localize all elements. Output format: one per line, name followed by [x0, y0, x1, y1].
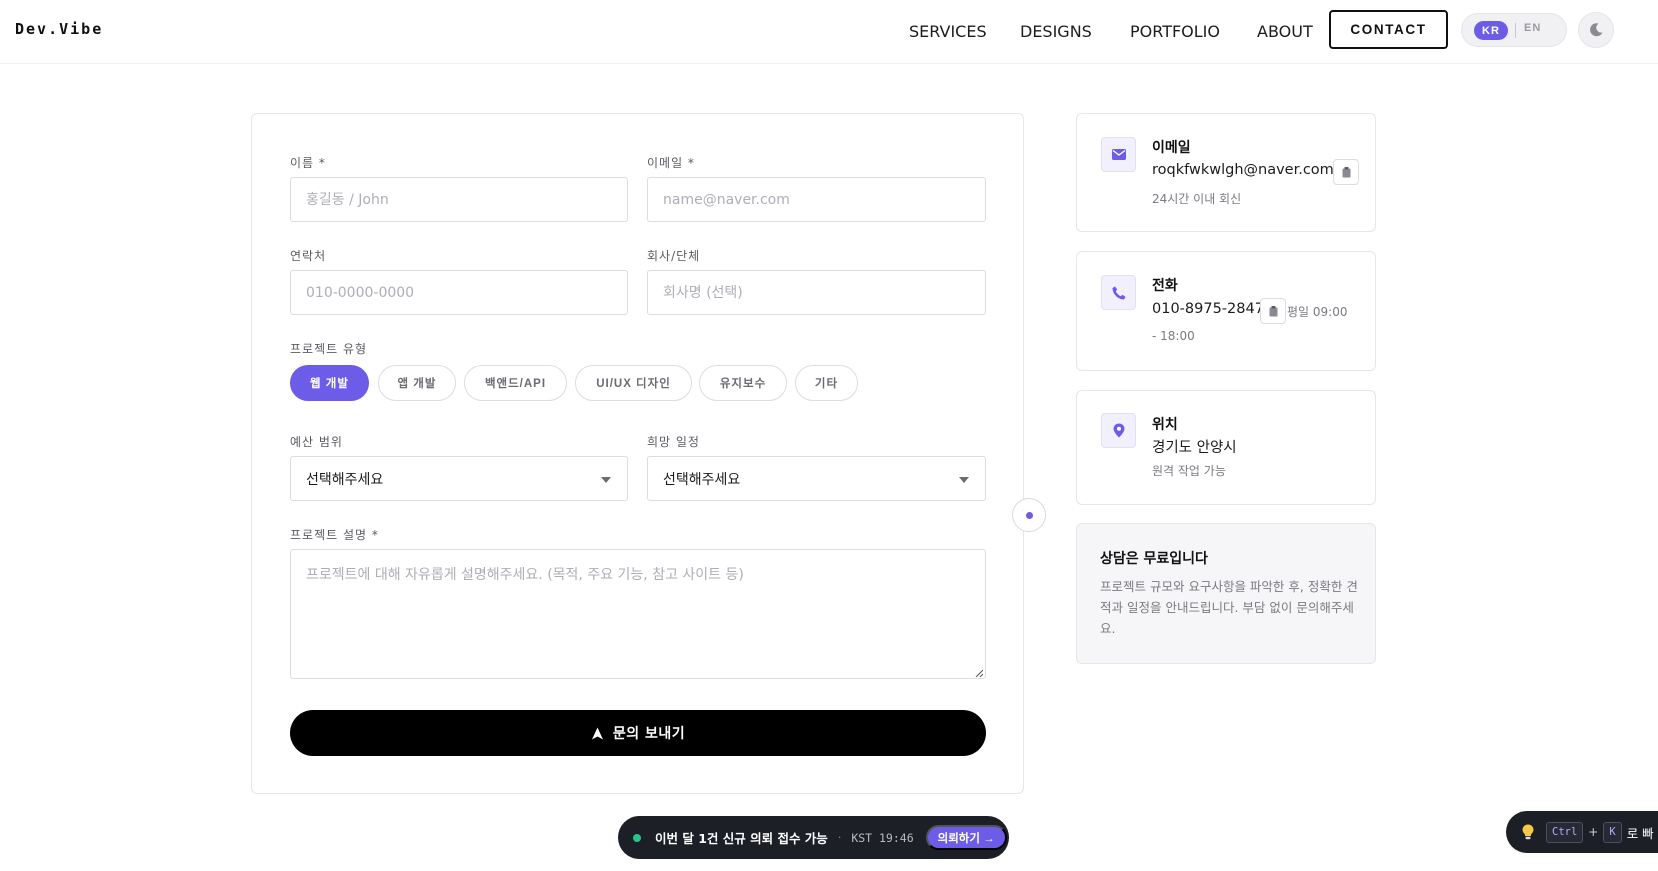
- company-label: 회사/단체: [647, 249, 701, 263]
- submit-button[interactable]: 문의 보내기: [290, 710, 986, 756]
- lang-separator: [1515, 23, 1516, 38]
- phone-label: 연락처: [290, 249, 327, 263]
- description-textarea[interactable]: [290, 549, 986, 679]
- email-sub: 24시간 이내 회신: [1152, 192, 1242, 206]
- indicator-dot: [1025, 511, 1033, 519]
- status-text: 이번 달 1건 신규 의뢰 접수 가능: [655, 831, 828, 846]
- kbd-plus: +: [1588, 825, 1599, 839]
- location-icon-box: [1101, 413, 1136, 448]
- language-toggle[interactable]: KR EN: [1461, 13, 1567, 47]
- schedule-select[interactable]: 선택해주세요: [647, 456, 986, 501]
- type-chip-uiux[interactable]: UI/UX 디자인: [575, 365, 692, 401]
- clipboard-icon: [1342, 166, 1350, 177]
- email-card: 이메일 roqkfwkwlgh@naver.com 24시간 이내 회신: [1076, 113, 1376, 232]
- nav-designs[interactable]: DESIGNS: [1020, 22, 1092, 41]
- submit-label: 문의 보내기: [612, 726, 686, 742]
- location-title: 위치: [1152, 417, 1178, 433]
- status-separator: ·: [837, 831, 842, 844]
- phone-value[interactable]: 010-8975-2847: [1152, 301, 1264, 317]
- company-input[interactable]: [647, 270, 986, 315]
- name-label: 이름 *: [290, 156, 326, 170]
- theme-toggle-button[interactable]: [1578, 12, 1614, 48]
- email-label: 이메일 *: [647, 156, 695, 170]
- scroll-indicator[interactable]: [1012, 498, 1046, 532]
- copy-phone-button[interactable]: [1260, 298, 1286, 324]
- kbd-ctrl: Ctrl: [1546, 821, 1584, 843]
- nav-contact-button[interactable]: CONTACT: [1329, 10, 1448, 49]
- description-label: 프로젝트 설명 *: [290, 528, 379, 542]
- phone-hours-a: 평일 09:00: [1287, 305, 1348, 319]
- free-consultation-card: 상담은 무료입니다 프로젝트 규모와 요구사항을 파악한 후, 정확한 견적과 …: [1076, 523, 1376, 664]
- email-title: 이메일: [1152, 140, 1191, 156]
- site-header: Dev.Vibe SERVICES DESIGNS PORTFOLIO ABOU…: [0, 0, 1658, 64]
- phone-icon: [1112, 286, 1125, 299]
- lightbulb-icon: [1522, 824, 1534, 840]
- nav-portfolio[interactable]: PORTFOLIO: [1130, 22, 1220, 41]
- location-pin-icon: [1113, 423, 1124, 438]
- email-icon-box: [1101, 137, 1136, 172]
- shortcut-hint[interactable]: Ctrl + K 로 빠: [1506, 811, 1658, 853]
- location-card: 위치 경기도 안양시 원격 작업 가능: [1076, 390, 1376, 505]
- type-chip-web[interactable]: 웹 개발: [290, 365, 369, 401]
- schedule-label: 희망 일정: [647, 435, 700, 449]
- type-chip-other[interactable]: 기타: [795, 365, 858, 401]
- note-title: 상담은 무료입니다: [1100, 551, 1208, 567]
- name-input[interactable]: [290, 177, 628, 222]
- nav-about[interactable]: ABOUT: [1257, 22, 1313, 41]
- send-icon: [591, 727, 603, 739]
- note-text: 프로젝트 규모와 요구사항을 파악한 후, 정확한 견적과 일정을 안내드립니다…: [1100, 579, 1358, 636]
- phone-icon-box: [1101, 275, 1136, 310]
- location-value: 경기도 안양시: [1152, 440, 1237, 456]
- nav-services[interactable]: SERVICES: [909, 22, 987, 41]
- request-button[interactable]: 의뢰하기 →: [925, 825, 1007, 850]
- shortcut-text: 로 빠: [1626, 825, 1654, 841]
- lang-kr-option[interactable]: KR: [1474, 21, 1508, 40]
- email-value[interactable]: roqkfwkwlgh@naver.com: [1152, 162, 1334, 178]
- moon-icon: [1590, 23, 1603, 37]
- kbd-k: K: [1603, 821, 1622, 843]
- status-time: KST 19:46: [851, 830, 914, 845]
- budget-select-value: 선택해주세요: [306, 471, 384, 488]
- availability-status-bar: 이번 달 1건 신규 의뢰 접수 가능 · KST 19:46 의뢰하기 →: [618, 816, 1009, 859]
- chevron-down-icon: [959, 477, 969, 483]
- phone-input[interactable]: [290, 270, 628, 315]
- type-chip-backend[interactable]: 백앤드/API: [464, 365, 567, 401]
- budget-select[interactable]: 선택해주세요: [290, 456, 628, 501]
- resize-grip-icon[interactable]: [975, 669, 983, 677]
- project-type-label: 프로젝트 유형: [290, 342, 368, 356]
- chevron-down-icon: [601, 477, 611, 483]
- mail-icon: [1111, 149, 1126, 160]
- request-button-label: 의뢰하기 →: [937, 832, 995, 845]
- phone-hours-b: - 18:00: [1152, 329, 1195, 343]
- location-sub: 원격 작업 가능: [1152, 464, 1226, 478]
- phone-card: 전화 010-8975-2847 평일 09:00 - 18:00: [1076, 251, 1376, 371]
- lang-en-option[interactable]: EN: [1524, 22, 1541, 34]
- site-logo[interactable]: Dev.Vibe: [15, 20, 103, 38]
- type-chip-app[interactable]: 앱 개발: [378, 365, 456, 401]
- copy-email-button[interactable]: [1333, 159, 1359, 185]
- schedule-select-value: 선택해주세요: [663, 471, 741, 488]
- contact-form: 이름 * 이메일 * 연락처 회사/단체 프로젝트 유형 웹 개발 앱 개발 백…: [251, 113, 1024, 794]
- type-chip-maintenance[interactable]: 유지보수: [699, 365, 787, 401]
- status-online-dot: [633, 833, 641, 842]
- phone-title: 전화: [1152, 278, 1178, 294]
- budget-label: 예산 범위: [290, 435, 343, 449]
- email-input[interactable]: [647, 177, 986, 222]
- clipboard-icon: [1269, 305, 1277, 316]
